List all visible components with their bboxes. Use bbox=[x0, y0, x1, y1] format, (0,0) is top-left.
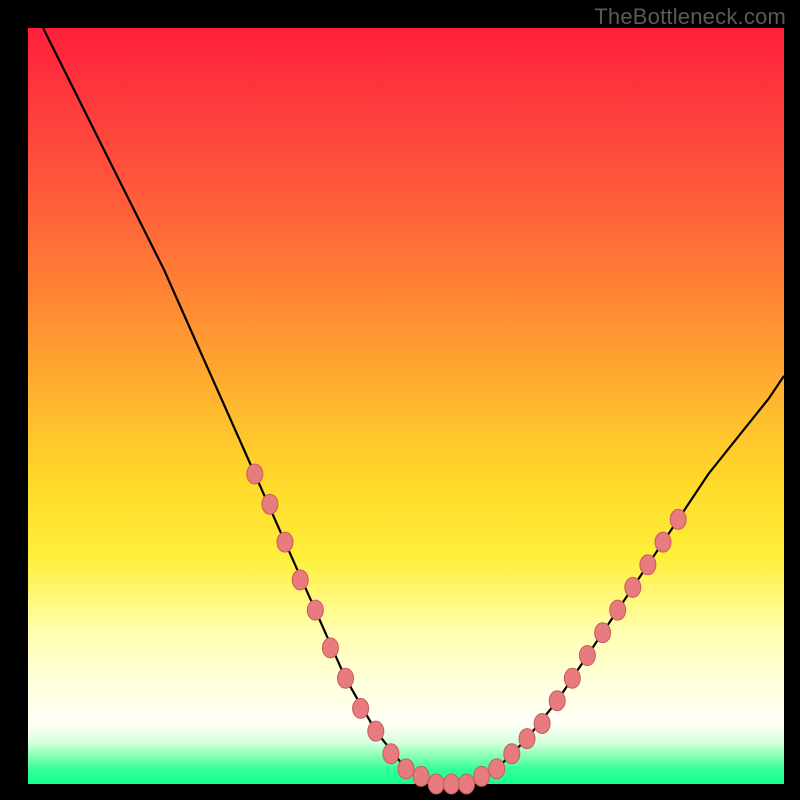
page-frame: TheBottleneck.com bbox=[0, 0, 800, 800]
bottleneck-curve bbox=[43, 28, 784, 784]
curve-marker bbox=[443, 774, 459, 794]
curve-marker bbox=[519, 729, 535, 749]
curve-marker bbox=[640, 555, 656, 575]
marker-group bbox=[247, 464, 686, 794]
curve-marker bbox=[398, 759, 414, 779]
curve-marker bbox=[610, 600, 626, 620]
curve-marker bbox=[277, 532, 293, 552]
curve-marker bbox=[474, 766, 490, 786]
curve-marker bbox=[459, 774, 475, 794]
curve-marker bbox=[383, 744, 399, 764]
curve-marker bbox=[247, 464, 263, 484]
curve-marker bbox=[262, 494, 278, 514]
curve-marker bbox=[489, 759, 505, 779]
curve-marker bbox=[413, 766, 429, 786]
curve-marker bbox=[579, 646, 595, 666]
curve-marker bbox=[504, 744, 520, 764]
curve-marker bbox=[564, 668, 580, 688]
curve-marker bbox=[292, 570, 308, 590]
curve-marker bbox=[338, 668, 354, 688]
watermark-label: TheBottleneck.com bbox=[594, 4, 786, 30]
curve-svg bbox=[28, 28, 784, 784]
curve-marker bbox=[549, 691, 565, 711]
curve-marker bbox=[322, 638, 338, 658]
curve-marker bbox=[353, 698, 369, 718]
curve-marker bbox=[670, 509, 686, 529]
curve-marker bbox=[428, 774, 444, 794]
curve-marker bbox=[595, 623, 611, 643]
curve-marker bbox=[368, 721, 384, 741]
curve-marker bbox=[307, 600, 323, 620]
curve-marker bbox=[534, 714, 550, 734]
curve-marker bbox=[655, 532, 671, 552]
curve-marker bbox=[625, 577, 641, 597]
